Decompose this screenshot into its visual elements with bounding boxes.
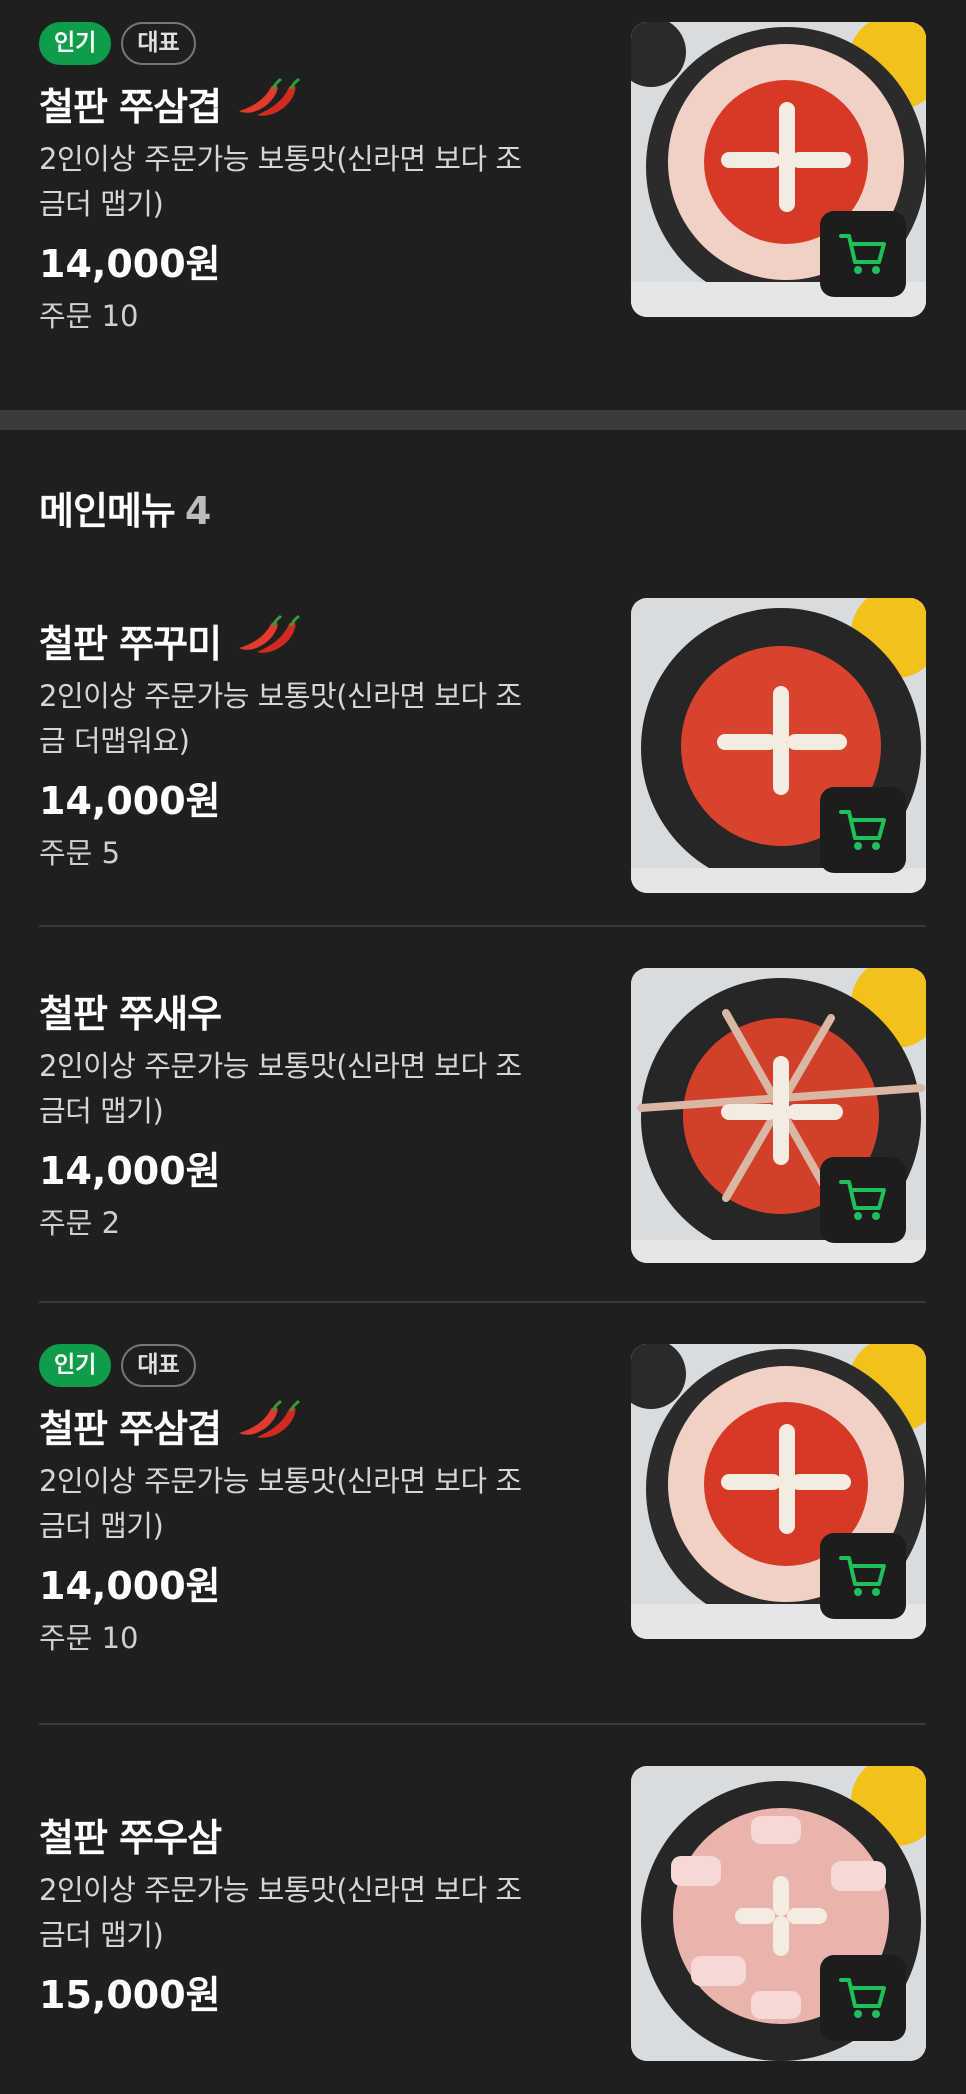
item-name: 철판 쭈우삼: [39, 1815, 222, 1860]
add-to-cart-button[interactable]: [820, 1533, 906, 1619]
item-name-row: 철판 쭈꾸미: [39, 612, 579, 668]
add-to-cart-button[interactable]: [820, 1157, 906, 1243]
cart-icon: [839, 1978, 886, 2018]
food-image[interactable]: [631, 22, 926, 317]
item-name: 철판 쭈삼겹: [39, 84, 222, 129]
menu-item-info: 철판 쭈꾸미 2인이상 주문가능 보통맛(신라면 보다 조 금 더맵워요) 14…: [39, 612, 579, 874]
cart-icon: [839, 1556, 886, 1596]
item-description: 2인이상 주문가능 보통맛(신라면 보다 조 금 더맵워요): [39, 679, 522, 758]
menu-item-info: 인기 대표 철판 쭈삼겹 2인이상 주문가능 보통맛(신라면 보다 조 금더 맵…: [39, 1344, 579, 1659]
item-name-row: 철판 쭈삼겹: [39, 1397, 579, 1453]
item-price: 15,000원: [39, 1973, 221, 2017]
chili-pepper-icon: [231, 77, 305, 130]
item-name-row: 철판 쭈새우: [39, 982, 579, 1038]
item-description: 2인이상 주문가능 보통맛(신라면 보다 조 금더 맵기): [39, 1049, 522, 1128]
item-name: 철판 쭈꾸미: [39, 621, 222, 666]
add-to-cart-button[interactable]: [820, 787, 906, 873]
chili-pepper-icon: [231, 614, 305, 667]
order-count: 주문 10: [39, 299, 139, 333]
section-separator: [0, 410, 966, 430]
menu-item[interactable]: 철판 쭈새우 2인이상 주문가능 보통맛(신라면 보다 조 금더 맵기) 14,…: [0, 968, 966, 1298]
menu-item[interactable]: 철판 쭈우삼 2인이상 주문가능 보통맛(신라면 보다 조 금더 맵기) 15,…: [0, 1766, 966, 2094]
item-divider: [39, 925, 926, 927]
menu-item-info: 철판 쭈우삼 2인이상 주문가능 보통맛(신라면 보다 조 금더 맵기) 15,…: [39, 1806, 579, 2022]
item-description: 2인이상 주문가능 보통맛(신라면 보다 조 금더 맵기): [39, 142, 522, 221]
item-divider: [39, 1301, 926, 1303]
order-count: 주문 10: [39, 1621, 139, 1655]
signature-badge: 대표: [121, 22, 196, 65]
item-name-row: 철판 쭈우삼: [39, 1806, 579, 1862]
food-image[interactable]: [631, 598, 926, 893]
item-price: 14,000원: [39, 1149, 221, 1193]
item-price: 14,000원: [39, 1564, 221, 1608]
order-count: 주문 2: [39, 1206, 121, 1240]
add-to-cart-button[interactable]: [820, 211, 906, 297]
menu-item-info: 인기 대표 철판 쭈삼겹 2인이상 주문가능 보통맛(신라면 보다 조 금더 맵…: [39, 22, 579, 337]
cart-icon: [839, 1180, 886, 1220]
chili-pepper-icon: [231, 1399, 305, 1452]
item-description: 2인이상 주문가능 보통맛(신라면 보다 조 금더 맵기): [39, 1873, 522, 1952]
item-name: 철판 쭈삼겹: [39, 1406, 222, 1451]
item-name-row: 철판 쭈삼겹: [39, 75, 579, 131]
section-count: 4: [184, 489, 211, 533]
item-price: 14,000원: [39, 242, 221, 286]
popular-badge: 인기: [39, 22, 112, 65]
order-count: 주문 5: [39, 836, 121, 870]
menu-item[interactable]: 철판 쭈꾸미 2인이상 주문가능 보통맛(신라면 보다 조 금 더맵워요) 14…: [0, 598, 966, 928]
cart-icon: [839, 234, 886, 274]
signature-badge: 대표: [121, 1344, 196, 1387]
add-to-cart-button[interactable]: [820, 1955, 906, 2041]
item-name: 철판 쭈새우: [39, 991, 222, 1036]
food-image[interactable]: [631, 1344, 926, 1639]
item-divider: [39, 1723, 926, 1725]
menu-item-info: 철판 쭈새우 2인이상 주문가능 보통맛(신라면 보다 조 금더 맵기) 14,…: [39, 982, 579, 1244]
food-image[interactable]: [631, 1766, 926, 2061]
menu-item[interactable]: 인기 대표 철판 쭈삼겹 2인이상 주문가능 보통맛(신라면 보다 조 금더 맵…: [0, 0, 966, 410]
item-price: 14,000원: [39, 779, 221, 823]
food-image[interactable]: [631, 968, 926, 1263]
item-description: 2인이상 주문가능 보통맛(신라면 보다 조 금더 맵기): [39, 1464, 522, 1543]
popular-badge: 인기: [39, 1344, 112, 1387]
section-title: 메인메뉴 4: [39, 489, 211, 533]
cart-icon: [839, 810, 886, 850]
menu-item[interactable]: 인기 대표 철판 쭈삼겹 2인이상 주문가능 보통맛(신라면 보다 조 금더 맵…: [0, 1344, 966, 1724]
